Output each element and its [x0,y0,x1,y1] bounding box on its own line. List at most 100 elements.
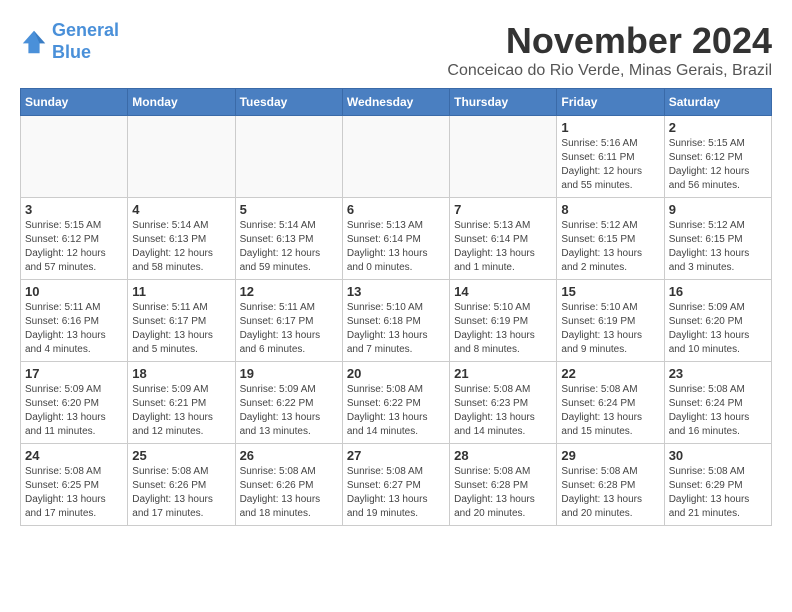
day-number: 22 [561,366,659,381]
calendar-cell [235,116,342,198]
weekday-header: Friday [557,89,664,116]
day-number: 2 [669,120,767,135]
day-info: Sunrise: 5:08 AMSunset: 6:22 PMDaylight:… [347,383,445,439]
day-info: Sunrise: 5:11 AMSunset: 6:16 PMDaylight:… [25,301,123,357]
day-info: Sunrise: 5:10 AMSunset: 6:18 PMDaylight:… [347,301,445,357]
day-info: Sunrise: 5:12 AMSunset: 6:15 PMDaylight:… [669,219,767,275]
day-number: 24 [25,448,123,463]
day-number: 16 [669,284,767,299]
day-number: 30 [669,448,767,463]
day-number: 28 [454,448,552,463]
day-info: Sunrise: 5:08 AMSunset: 6:25 PMDaylight:… [25,465,123,521]
calendar-cell: 28Sunrise: 5:08 AMSunset: 6:28 PMDayligh… [450,444,557,526]
calendar-cell: 27Sunrise: 5:08 AMSunset: 6:27 PMDayligh… [342,444,449,526]
day-number: 26 [240,448,338,463]
day-info: Sunrise: 5:16 AMSunset: 6:11 PMDaylight:… [561,137,659,193]
calendar-cell [450,116,557,198]
calendar-cell: 19 Sunrise: 5:09 AMSunset: 6:22 PMDayligh… [235,362,342,444]
calendar-week-row: 1 Sunrise: 5:16 AMSunset: 6:11 PMDaylight… [21,116,772,198]
day-info: Sunrise: 5:15 AMSunset: 6:12 PMDaylight:… [669,137,767,193]
day-info: Sunrise: 5:09 AMSunset: 6:20 PMDaylight:… [25,383,123,439]
day-info: Sunrise: 5:08 AMSunset: 6:24 PMDaylight:… [669,383,767,439]
calendar-cell: 20 Sunrise: 5:08 AMSunset: 6:22 PMDayligh… [342,362,449,444]
day-number: 9 [669,202,767,217]
calendar-week-row: 24 Sunrise: 5:08 AMSunset: 6:25 PMDayligh… [21,444,772,526]
calendar-week-row: 17Sunrise: 5:09 AMSunset: 6:20 PMDayligh… [21,362,772,444]
day-number: 6 [347,202,445,217]
calendar-cell: 17Sunrise: 5:09 AMSunset: 6:20 PMDayligh… [21,362,128,444]
day-info: Sunrise: 5:13 AMSunset: 6:14 PMDaylight:… [347,219,445,275]
day-info: Sunrise: 5:11 AMSunset: 6:17 PMDaylight:… [240,301,338,357]
calendar-cell: 30 Sunrise: 5:08 AMSunset: 6:29 PMDayligh… [664,444,771,526]
day-number: 12 [240,284,338,299]
calendar-cell: 25 Sunrise: 5:08 AMSunset: 6:26 PMDayligh… [128,444,235,526]
logo-text: General Blue [52,20,119,63]
calendar-cell: 15Sunrise: 5:10 AMSunset: 6:19 PMDayligh… [557,280,664,362]
day-number: 23 [669,366,767,381]
calendar-cell [128,116,235,198]
calendar-cell: 11 Sunrise: 5:11 AMSunset: 6:17 PMDayligh… [128,280,235,362]
page-header: General Blue November 2024 Conceicao do … [20,20,772,80]
calendar-cell: 26 Sunrise: 5:08 AMSunset: 6:26 PMDayligh… [235,444,342,526]
calendar-week-row: 3 Sunrise: 5:15 AMSunset: 6:12 PMDaylight… [21,198,772,280]
month-title: November 2024 [447,20,772,62]
day-info: Sunrise: 5:14 AMSunset: 6:13 PMDaylight:… [240,219,338,275]
day-number: 3 [25,202,123,217]
day-number: 21 [454,366,552,381]
title-section: November 2024 Conceicao do Rio Verde, Mi… [447,20,772,80]
logo-icon [20,28,48,56]
day-info: Sunrise: 5:08 AMSunset: 6:27 PMDaylight:… [347,465,445,521]
calendar-cell: 7Sunrise: 5:13 AMSunset: 6:14 PMDaylight… [450,198,557,280]
calendar-cell: 10 Sunrise: 5:11 AMSunset: 6:16 PMDayligh… [21,280,128,362]
day-number: 7 [454,202,552,217]
day-info: Sunrise: 5:09 AMSunset: 6:22 PMDaylight:… [240,383,338,439]
day-info: Sunrise: 5:08 AMSunset: 6:24 PMDaylight:… [561,383,659,439]
calendar-table: SundayMondayTuesdayWednesdayThursdayFrid… [20,88,772,526]
calendar-cell: 12 Sunrise: 5:11 AMSunset: 6:17 PMDayligh… [235,280,342,362]
day-number: 4 [132,202,230,217]
logo: General Blue [20,20,119,63]
weekday-header: Tuesday [235,89,342,116]
day-number: 29 [561,448,659,463]
calendar-week-row: 10 Sunrise: 5:11 AMSunset: 6:16 PMDayligh… [21,280,772,362]
day-number: 13 [347,284,445,299]
calendar-cell: 24 Sunrise: 5:08 AMSunset: 6:25 PMDayligh… [21,444,128,526]
day-info: Sunrise: 5:08 AMSunset: 6:28 PMDaylight:… [561,465,659,521]
calendar-cell: 13 Sunrise: 5:10 AMSunset: 6:18 PMDayligh… [342,280,449,362]
day-number: 1 [561,120,659,135]
calendar-cell: 23 Sunrise: 5:08 AMSunset: 6:24 PMDayligh… [664,362,771,444]
day-number: 15 [561,284,659,299]
day-number: 10 [25,284,123,299]
weekday-header: Monday [128,89,235,116]
day-info: Sunrise: 5:11 AMSunset: 6:17 PMDaylight:… [132,301,230,357]
day-info: Sunrise: 5:10 AMSunset: 6:19 PMDaylight:… [454,301,552,357]
day-info: Sunrise: 5:14 AMSunset: 6:13 PMDaylight:… [132,219,230,275]
day-info: Sunrise: 5:08 AMSunset: 6:26 PMDaylight:… [132,465,230,521]
calendar-cell: 22 Sunrise: 5:08 AMSunset: 6:24 PMDayligh… [557,362,664,444]
day-number: 25 [132,448,230,463]
day-number: 5 [240,202,338,217]
day-info: Sunrise: 5:08 AMSunset: 6:26 PMDaylight:… [240,465,338,521]
calendar-cell: 5 Sunrise: 5:14 AMSunset: 6:13 PMDaylight… [235,198,342,280]
day-info: Sunrise: 5:12 AMSunset: 6:15 PMDaylight:… [561,219,659,275]
day-info: Sunrise: 5:09 AMSunset: 6:20 PMDaylight:… [669,301,767,357]
calendar-cell [21,116,128,198]
day-number: 20 [347,366,445,381]
weekday-header: Wednesday [342,89,449,116]
calendar-cell: 8Sunrise: 5:12 AMSunset: 6:15 PMDaylight… [557,198,664,280]
calendar-cell: 9 Sunrise: 5:12 AMSunset: 6:15 PMDaylight… [664,198,771,280]
calendar-cell [342,116,449,198]
calendar-cell: 1 Sunrise: 5:16 AMSunset: 6:11 PMDaylight… [557,116,664,198]
calendar-cell: 21Sunrise: 5:08 AMSunset: 6:23 PMDayligh… [450,362,557,444]
weekday-header: Thursday [450,89,557,116]
calendar-cell: 18Sunrise: 5:09 AMSunset: 6:21 PMDayligh… [128,362,235,444]
day-number: 19 [240,366,338,381]
day-number: 18 [132,366,230,381]
day-number: 14 [454,284,552,299]
day-info: Sunrise: 5:15 AMSunset: 6:12 PMDaylight:… [25,219,123,275]
calendar-cell: 6 Sunrise: 5:13 AMSunset: 6:14 PMDaylight… [342,198,449,280]
day-info: Sunrise: 5:08 AMSunset: 6:29 PMDaylight:… [669,465,767,521]
calendar-cell: 2 Sunrise: 5:15 AMSunset: 6:12 PMDaylight… [664,116,771,198]
day-number: 11 [132,284,230,299]
weekday-header-row: SundayMondayTuesdayWednesdayThursdayFrid… [21,89,772,116]
